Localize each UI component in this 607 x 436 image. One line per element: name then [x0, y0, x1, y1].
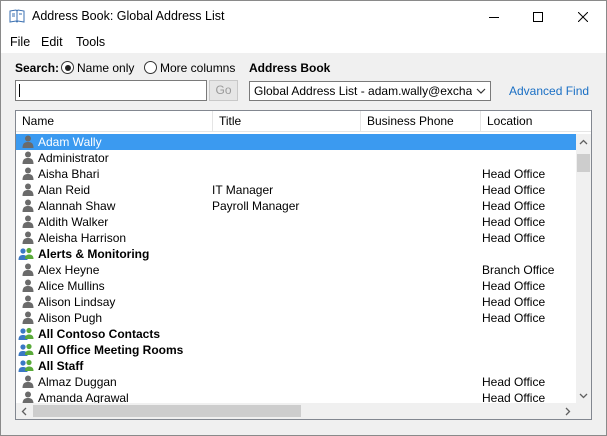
horizontal-scroll-thumb[interactable]: [33, 405, 301, 417]
maximize-button[interactable]: [515, 1, 560, 32]
cell-name: Alice Mullins: [38, 279, 105, 293]
go-button[interactable]: Go: [209, 80, 238, 101]
user-icon: [22, 279, 34, 295]
cell-name: All Office Meeting Rooms: [38, 343, 184, 357]
table-row[interactable]: Alison Pugh Head Office: [16, 310, 576, 326]
user-icon: [22, 375, 34, 391]
cell-name: All Contoso Contacts: [38, 327, 160, 341]
user-icon: [22, 135, 34, 151]
table-row[interactable]: All Office Meeting Rooms: [16, 342, 576, 358]
cell-name: Alerts & Monitoring: [38, 247, 150, 261]
user-icon: [22, 231, 34, 247]
cell-name: All Staff: [38, 359, 84, 373]
cell-name: Alannah Shaw: [38, 199, 116, 213]
text-caret: [19, 84, 20, 97]
window-title: Address Book: Global Address List: [32, 9, 225, 23]
user-icon: [22, 311, 34, 327]
cell-location: Head Office: [482, 183, 546, 197]
user-icon: [22, 151, 34, 167]
cell-location: Head Office: [482, 295, 546, 309]
table-row[interactable]: All Contoso Contacts: [16, 326, 576, 342]
horizontal-scrollbar[interactable]: [16, 403, 576, 419]
search-label: Search:: [15, 61, 60, 75]
scroll-up-arrow[interactable]: [576, 134, 591, 150]
menu-tools[interactable]: Tools: [76, 35, 105, 49]
user-icon: [22, 215, 34, 231]
cell-name: Aisha Bhari: [38, 167, 100, 181]
title-bar[interactable]: Address Book: Global Address List: [1, 1, 606, 32]
cell-name: Alex Heyne: [38, 263, 100, 277]
address-book-icon: [9, 9, 25, 23]
advanced-find-link[interactable]: Advanced Find: [509, 84, 589, 98]
table-row[interactable]: Adam Wally: [16, 134, 576, 150]
cell-name: Alison Lindsay: [38, 295, 116, 309]
table-row[interactable]: Alan Reid IT Manager Head Office: [16, 182, 576, 198]
minimize-button[interactable]: [471, 1, 516, 32]
group-icon: [18, 359, 34, 375]
column-header-location[interactable]: Location: [481, 111, 591, 132]
column-header-title[interactable]: Title: [213, 111, 361, 132]
cell-name: Aleisha Harrison: [38, 231, 127, 245]
table-row[interactable]: Alerts & Monitoring: [16, 246, 576, 262]
menu-bar: File Edit Tools: [1, 32, 606, 53]
more-columns-label[interactable]: More columns: [160, 61, 235, 75]
cell-name: Alan Reid: [38, 183, 91, 197]
name-only-label[interactable]: Name only: [77, 61, 134, 75]
more-columns-radio[interactable]: [144, 61, 157, 74]
cell-name: Alison Pugh: [38, 311, 103, 325]
cell-location: Head Office: [482, 199, 546, 213]
name-only-radio[interactable]: [61, 61, 74, 74]
cell-name: Almaz Duggan: [38, 375, 117, 389]
cell-location: Head Office: [482, 311, 546, 325]
user-icon: [22, 183, 34, 199]
scrollbar-corner: [576, 403, 591, 419]
cell-name: Administrator: [38, 151, 109, 165]
menu-edit[interactable]: Edit: [41, 35, 63, 49]
cell-location: Head Office: [482, 375, 546, 389]
table-row[interactable]: Administrator: [16, 150, 576, 166]
scroll-right-arrow[interactable]: [560, 403, 576, 419]
table-row[interactable]: Almaz Duggan Head Office: [16, 374, 576, 390]
cell-name: Adam Wally: [38, 135, 102, 149]
scroll-down-arrow[interactable]: [576, 388, 591, 404]
table-row[interactable]: All Staff: [16, 358, 576, 374]
vertical-scrollbar[interactable]: [576, 134, 591, 404]
cell-title: IT Manager: [212, 183, 274, 197]
table-row[interactable]: Alex Heyne Branch Office: [16, 262, 576, 278]
vertical-scroll-thumb[interactable]: [577, 154, 590, 172]
cell-location: Branch Office: [482, 263, 555, 277]
user-icon: [22, 167, 34, 183]
group-icon: [18, 247, 34, 263]
address-list[interactable]: Name Title Business Phone Location Adam …: [15, 110, 592, 420]
table-row[interactable]: Aldith Walker Head Office: [16, 214, 576, 230]
cell-location: Head Office: [482, 279, 546, 293]
list-header: Name Title Business Phone Location: [16, 111, 591, 132]
address-book-select[interactable]: Global Address List - adam.wally@exchang…: [249, 81, 491, 101]
table-row[interactable]: Alannah Shaw Payroll Manager Head Office: [16, 198, 576, 214]
address-book-selected: Global Address List - adam.wally@exchang…: [254, 84, 472, 98]
scroll-left-arrow[interactable]: [16, 403, 32, 419]
address-book-label: Address Book: [249, 61, 331, 75]
table-row[interactable]: Alice Mullins Head Office: [16, 278, 576, 294]
column-header-name[interactable]: Name: [16, 111, 213, 132]
group-icon: [18, 343, 34, 359]
address-book-window: Address Book: Global Address List File E…: [0, 0, 607, 436]
table-row[interactable]: Aisha Bhari Head Office: [16, 166, 576, 182]
cell-title: Payroll Manager: [212, 199, 300, 213]
cell-location: Head Office: [482, 215, 546, 229]
user-icon: [22, 199, 34, 215]
menu-file[interactable]: File: [10, 35, 30, 49]
user-icon: [22, 295, 34, 311]
user-icon: [22, 263, 34, 279]
column-header-business-phone[interactable]: Business Phone: [361, 111, 481, 132]
close-button[interactable]: [560, 1, 605, 32]
chevron-down-icon: [475, 85, 487, 100]
table-row[interactable]: Alison Lindsay Head Office: [16, 294, 576, 310]
table-row[interactable]: Aleisha Harrison Head Office: [16, 230, 576, 246]
group-icon: [18, 327, 34, 343]
cell-name: Aldith Walker: [38, 215, 109, 229]
search-input[interactable]: [15, 80, 207, 101]
cell-location: Head Office: [482, 167, 546, 181]
cell-location: Head Office: [482, 231, 546, 245]
